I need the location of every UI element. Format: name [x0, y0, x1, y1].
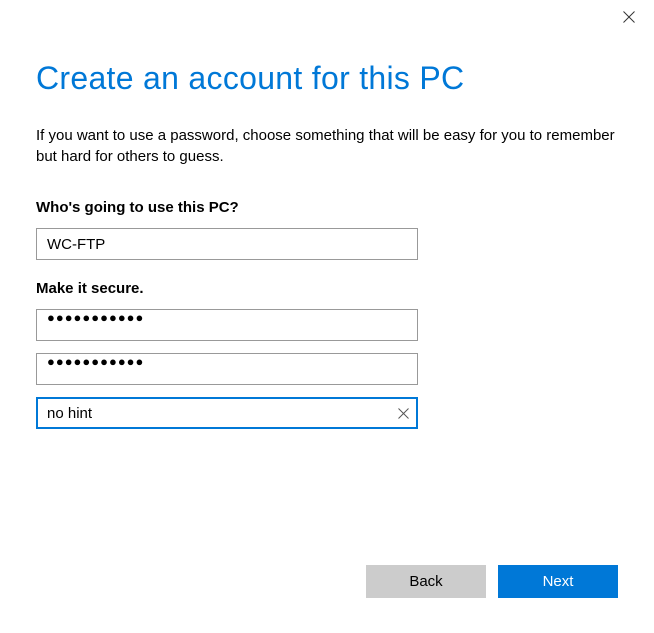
password-confirm-input[interactable]: ●●●●●●●●●●●: [36, 353, 418, 385]
who-label: Who's going to use this PC?: [36, 199, 618, 216]
close-button[interactable]: [620, 8, 638, 26]
secure-label: Make it secure.: [36, 280, 618, 297]
password-input[interactable]: ●●●●●●●●●●●: [36, 309, 418, 341]
button-bar: Back Next: [366, 565, 618, 598]
close-icon: [623, 11, 635, 23]
clear-icon: [398, 408, 409, 419]
page-title: Create an account for this PC: [36, 60, 618, 97]
password-stack: ●●●●●●●●●●● ●●●●●●●●●●●: [36, 309, 618, 429]
password-hint-input[interactable]: [36, 397, 418, 429]
hint-wrap: [36, 397, 418, 429]
username-input[interactable]: [36, 228, 418, 260]
next-button[interactable]: Next: [498, 565, 618, 598]
back-button[interactable]: Back: [366, 565, 486, 598]
clear-hint-button[interactable]: [394, 404, 412, 422]
security-group: Make it secure. ●●●●●●●●●●● ●●●●●●●●●●●: [36, 280, 618, 429]
username-group: Who's going to use this PC?: [36, 199, 618, 260]
dialog-content: Create an account for this PC If you wan…: [0, 0, 654, 429]
page-subtitle: If you want to use a password, choose so…: [36, 125, 616, 167]
